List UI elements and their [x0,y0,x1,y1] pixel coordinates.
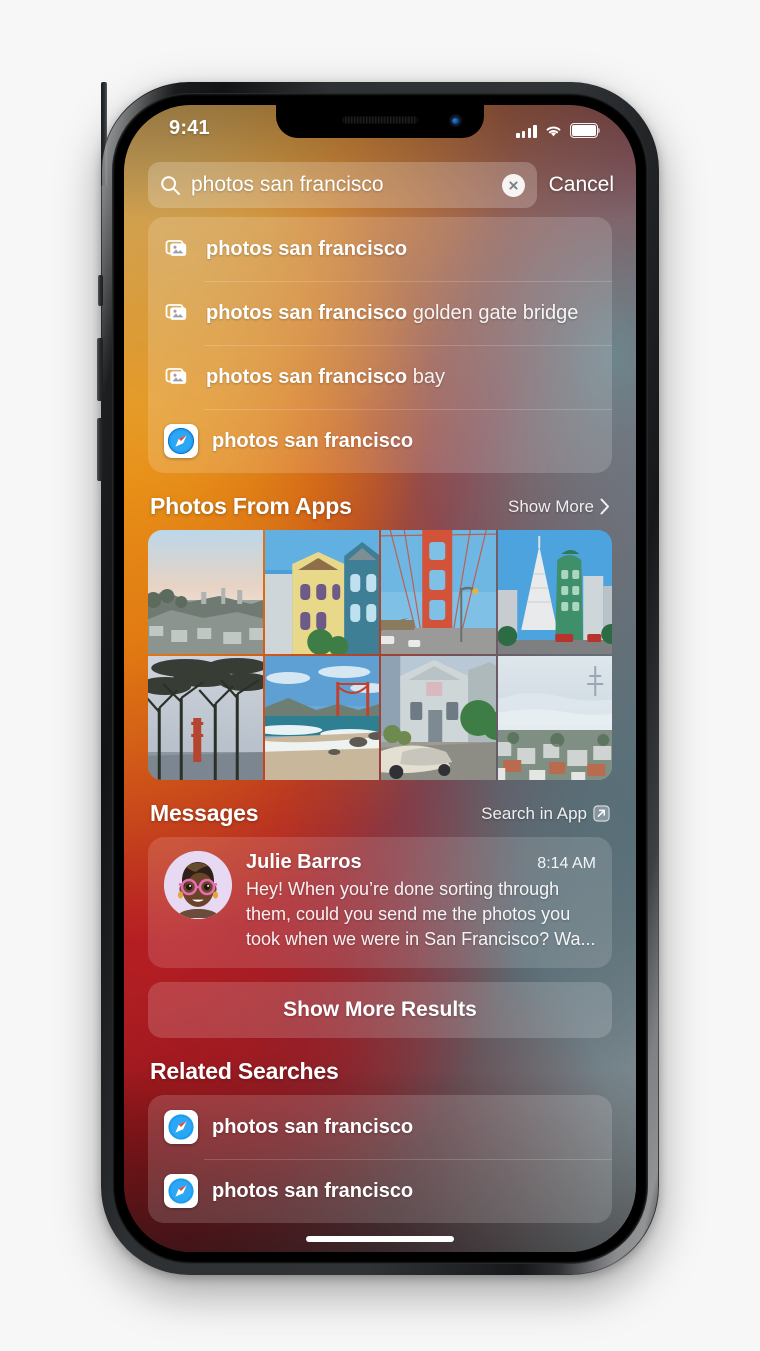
cellular-bars-icon [516,125,537,138]
home-indicator[interactable] [306,1236,454,1242]
photo-thumbnail[interactable] [265,656,380,780]
display-notch [276,105,484,138]
status-time: 9:41 [169,117,210,140]
message-time: 8:14 AM [537,855,596,873]
search-bar: photos san francisco Cancel [148,162,614,208]
search-in-app-button[interactable]: Search in App [481,804,610,824]
cancel-button[interactable]: Cancel [549,173,614,197]
related-searches-card: photos san francisco [148,1095,612,1223]
related-search-label: photos san francisco [212,1116,413,1139]
safari-icon [164,424,198,458]
search-suggestions-card: photos san francisco [148,217,612,473]
clear-circle-icon[interactable] [502,174,525,197]
section-title: Messages [150,800,258,827]
front-camera-icon [449,114,462,127]
photo-stack-icon [164,363,192,391]
open-in-app-icon [593,805,610,822]
mute-switch[interactable] [98,275,103,306]
show-more-photos-button[interactable]: Show More [508,497,610,517]
suggestion-row[interactable]: photos san francisco [148,217,612,281]
suggestion-label: photos san francisco [212,430,413,453]
photo-thumbnail[interactable] [498,530,613,654]
suggestion-label: photos san francisco [206,238,407,261]
side-power-button[interactable] [101,82,107,186]
suggestion-row[interactable]: photos san francisco [148,409,612,473]
message-result-card[interactable]: Julie Barros 8:14 AM Hey! When you’re do… [148,837,612,968]
photo-thumbnail[interactable] [381,656,496,780]
iphone-device: 9:41 [101,82,659,1275]
suggestion-label: photos san francisco bay [206,366,445,389]
suggestion-row[interactable]: photos san francisco bay [148,345,612,409]
photo-stack-icon [164,299,192,327]
related-searches-header: Related Searches [150,1058,610,1085]
volume-down-button[interactable] [97,418,103,481]
section-title: Related Searches [150,1058,339,1085]
memoji-avatar [164,851,232,919]
message-body: Julie Barros 8:14 AM Hey! When you’re do… [246,851,596,952]
show-more-label: Show More [508,497,594,517]
section-title: Photos From Apps [150,493,352,520]
related-search-label: photos san francisco [212,1180,413,1203]
messages-section-header: Messages Search in App [150,800,610,827]
safari-icon [164,1110,198,1144]
photo-thumbnail[interactable] [381,530,496,654]
device-screen: 9:41 [124,105,636,1252]
photos-section-header: Photos From Apps Show More [150,493,610,520]
earpiece-speaker-icon [342,116,418,124]
photo-thumbnail[interactable] [148,530,263,654]
wifi-icon [544,124,563,138]
safari-icon [164,1174,198,1208]
search-input[interactable]: photos san francisco [148,162,537,208]
search-input-value: photos san francisco [191,173,502,197]
photo-thumbnail[interactable] [498,656,613,780]
status-indicators [516,120,598,138]
related-search-row[interactable]: photos san francisco [148,1095,612,1159]
volume-up-button[interactable] [97,338,103,401]
show-more-results-button[interactable]: Show More Results [148,982,612,1038]
battery-full-icon [570,123,598,138]
related-search-row[interactable]: photos san francisco [148,1159,612,1223]
spotlight-search-overlay: 9:41 [124,105,636,1252]
device-bezel: 9:41 [112,93,648,1264]
message-header: Julie Barros 8:14 AM [246,851,596,874]
photo-thumbnail[interactable] [148,656,263,780]
photo-grid [148,530,612,780]
search-in-app-label: Search in App [481,804,587,824]
search-icon [160,175,181,196]
suggestion-row[interactable]: photos san francisco golden gate bridge [148,281,612,345]
chevron-right-icon [600,498,610,515]
photo-thumbnail[interactable] [265,530,380,654]
message-preview: Hey! When you’re done sorting through th… [246,877,596,952]
suggestion-label: photos san francisco golden gate bridge [206,302,578,325]
message-sender: Julie Barros [246,851,362,874]
results-scroll-area[interactable]: photos san francisco [124,217,636,1252]
photo-stack-icon [164,235,192,263]
